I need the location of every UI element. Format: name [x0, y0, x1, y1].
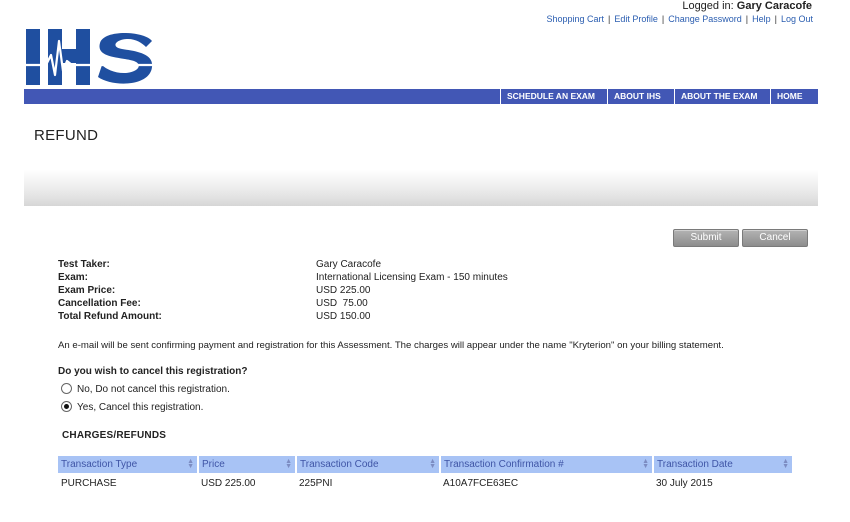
cancel-button[interactable]: Cancel	[742, 229, 808, 247]
column-header-label: Transaction Date	[657, 459, 733, 470]
sort-icon[interactable]: ▲ ▼	[285, 458, 292, 470]
link-separator: |	[745, 14, 749, 24]
exam-price-value: USD 225.00	[316, 285, 371, 296]
nav-home[interactable]: HOME	[770, 89, 819, 104]
table-row: PURCHASE USD 225.00 225PNI A10A7FCE63EC …	[58, 473, 792, 489]
submit-button[interactable]: Submit	[673, 229, 739, 247]
column-header-label: Transaction Type	[61, 459, 138, 470]
nav-about-ihs[interactable]: ABOUT IHS	[607, 89, 673, 104]
option-yes-cancel[interactable]: Yes, Cancel this registration.	[61, 400, 204, 414]
sort-icon[interactable]: ▲ ▼	[187, 458, 194, 470]
cell-date: 30 July 2015	[656, 477, 713, 489]
shopping-cart-link[interactable]: Shopping Cart	[546, 14, 604, 24]
link-separator: |	[661, 14, 665, 24]
table-header-row: Transaction Type ▲ ▼ Price ▲ ▼ Transaction C…	[58, 456, 792, 473]
sort-icon[interactable]: ▲ ▼	[782, 458, 789, 470]
column-header-code[interactable]: Transaction Code ▲ ▼	[296, 456, 441, 473]
help-link[interactable]: Help	[752, 14, 771, 24]
edit-profile-link[interactable]: Edit Profile	[614, 14, 658, 24]
nav-about-exam[interactable]: ABOUT THE EXAM	[674, 89, 770, 104]
cancellation-fee-value: USD 75.00	[316, 298, 368, 309]
total-refund-value: USD 150.00	[316, 311, 371, 322]
logged-in-label: Logged in:	[682, 0, 734, 12]
option-no-cancel-label: No, Do not cancel this registration.	[77, 384, 230, 395]
column-header-type[interactable]: Transaction Type ▲ ▼	[58, 456, 199, 473]
exam-value: International Licensing Exam - 150 minut…	[316, 272, 508, 283]
title-divider-bar	[24, 170, 818, 206]
nav-schedule-exam[interactable]: SCHEDULE AN EXAM	[500, 89, 606, 104]
option-yes-cancel-label: Yes, Cancel this registration.	[77, 402, 204, 413]
cell-type: PURCHASE	[61, 477, 117, 489]
cell-confirmation: A10A7FCE63EC	[443, 477, 519, 489]
main-nav: SCHEDULE AN EXAM ABOUT IHS ABOUT THE EXA…	[24, 89, 818, 104]
sort-icon[interactable]: ▲ ▼	[642, 458, 649, 470]
column-header-label: Transaction Confirmation #	[444, 459, 564, 470]
radio-yes-cancel[interactable]	[61, 400, 72, 412]
column-header-date[interactable]: Transaction Date ▲ ▼	[653, 456, 792, 473]
link-separator: |	[608, 14, 611, 24]
exam-price-label: Exam Price:	[58, 285, 116, 296]
radio-no-cancel[interactable]	[61, 382, 72, 394]
column-header-label: Transaction Code	[300, 459, 379, 470]
cell-price: USD 225.00	[201, 477, 256, 489]
cancellation-fee-label: Cancellation Fee:	[58, 298, 141, 309]
exam-label: Exam:	[58, 272, 89, 283]
top-links: Shopping Cart | Edit Profile | Change Passwo…	[546, 14, 813, 24]
cell-code: 225PNI	[299, 477, 333, 489]
test-taker-value: Gary Caracofe	[316, 259, 382, 270]
option-no-cancel[interactable]: No, Do not cancel this registration.	[61, 382, 230, 396]
column-header-confirmation[interactable]: Transaction Confirmation # ▲ ▼	[440, 456, 654, 473]
link-separator: |	[774, 14, 777, 24]
log-out-link[interactable]: Log Out	[781, 14, 813, 24]
column-header-label: Price	[202, 459, 225, 470]
page-title: REFUND	[34, 127, 99, 144]
total-refund-label: Total Refund Amount:	[58, 311, 162, 322]
cancel-question: Do you wish to cancel this registration?	[58, 366, 248, 377]
sort-icon[interactable]: ▲ ▼	[429, 458, 436, 470]
user-name: Gary Caracofe	[736, 0, 812, 12]
test-taker-label: Test Taker:	[58, 259, 110, 270]
billing-notice: An e-mail will be sent confirming paymen…	[58, 340, 724, 351]
charges-table: Transaction Type ▲ ▼ Price ▲ ▼ Transaction C…	[58, 456, 792, 489]
logged-in-status: Logged in: Gary Caracofe	[682, 0, 812, 12]
change-password-link[interactable]: Change Password	[668, 14, 742, 24]
ihs-logo[interactable]	[26, 27, 154, 87]
column-header-price[interactable]: Price ▲ ▼	[198, 456, 297, 473]
charges-title: CHARGES/REFUNDS	[62, 430, 167, 441]
